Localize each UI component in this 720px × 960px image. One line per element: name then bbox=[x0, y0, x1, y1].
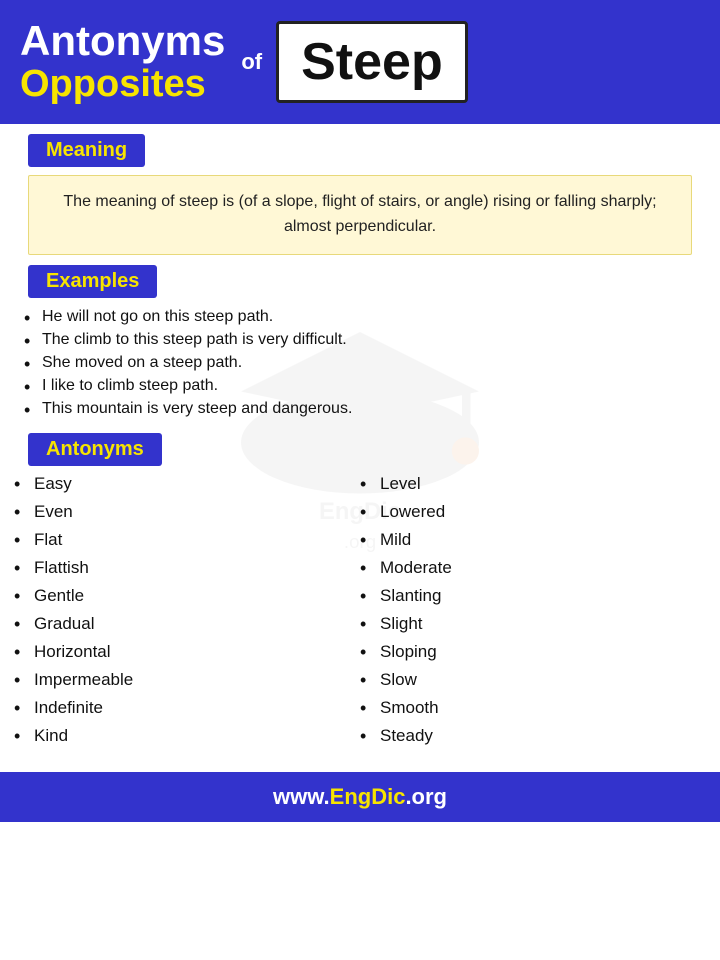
header-of-label: of bbox=[241, 49, 262, 75]
header: Antonyms Opposites of Steep bbox=[0, 0, 720, 124]
antonym-item: Indefinite bbox=[14, 698, 360, 718]
antonym-item: Mild bbox=[360, 530, 706, 550]
antonym-item: Impermeable bbox=[14, 670, 360, 690]
antonym-item: Flattish bbox=[14, 558, 360, 578]
example-item: He will not go on this steep path. bbox=[24, 308, 706, 326]
antonym-item: Even bbox=[14, 502, 360, 522]
footer-url-prefix: www. bbox=[273, 784, 330, 809]
examples-list: He will not go on this steep path. The cl… bbox=[24, 308, 706, 418]
footer-url: www.EngDic.org bbox=[273, 784, 447, 809]
footer: www.EngDic.org bbox=[0, 772, 720, 822]
meaning-label: Meaning bbox=[28, 134, 145, 167]
antonyms-col2: Level Lowered Mild Moderate Slanting Slight Sl… bbox=[360, 474, 706, 754]
antonym-item: Lowered bbox=[360, 502, 706, 522]
examples-label: Examples bbox=[28, 265, 157, 298]
example-item: She moved on a steep path. bbox=[24, 354, 706, 372]
footer-url-brand: EngDic bbox=[330, 784, 406, 809]
meaning-section: Meaning The meaning of steep is (of a sl… bbox=[14, 124, 706, 255]
antonyms-section: Antonyms Easy Even Flat Flattish Gentle Gradu… bbox=[14, 423, 706, 754]
antonym-item: Kind bbox=[14, 726, 360, 746]
antonym-item: Easy bbox=[14, 474, 360, 494]
antonym-item: Gentle bbox=[14, 586, 360, 606]
antonym-item: Slanting bbox=[360, 586, 706, 606]
antonym-item: Flat bbox=[14, 530, 360, 550]
header-word: Steep bbox=[301, 33, 443, 91]
footer-url-suffix: .org bbox=[405, 784, 447, 809]
header-title-block: Antonyms Opposites bbox=[20, 18, 225, 106]
example-item: This mountain is very steep and dangerou… bbox=[24, 400, 706, 418]
antonym-item: Level bbox=[360, 474, 706, 494]
meaning-text: The meaning of steep is (of a slope, fli… bbox=[49, 190, 671, 240]
header-word-box: Steep bbox=[276, 21, 468, 103]
antonyms-col1: Easy Even Flat Flattish Gentle Gradual Horizon… bbox=[14, 474, 360, 754]
header-opposites: Opposites bbox=[20, 64, 225, 106]
antonyms-label: Antonyms bbox=[28, 433, 162, 466]
antonym-item: Steady bbox=[360, 726, 706, 746]
example-item: I like to climb steep path. bbox=[24, 377, 706, 395]
header-antonyms: Antonyms bbox=[20, 18, 225, 64]
meaning-box: The meaning of steep is (of a slope, fli… bbox=[28, 175, 692, 255]
antonym-item: Gradual bbox=[14, 614, 360, 634]
antonym-item: Slight bbox=[360, 614, 706, 634]
antonym-item: Smooth bbox=[360, 698, 706, 718]
antonyms-columns: Easy Even Flat Flattish Gentle Gradual Horizon… bbox=[14, 474, 706, 754]
antonym-item: Moderate bbox=[360, 558, 706, 578]
example-item: The climb to this steep path is very dif… bbox=[24, 331, 706, 349]
examples-section: Examples He will not go on this steep pa… bbox=[14, 255, 706, 418]
antonym-item: Horizontal bbox=[14, 642, 360, 662]
antonym-item: Slow bbox=[360, 670, 706, 690]
antonym-item: Sloping bbox=[360, 642, 706, 662]
